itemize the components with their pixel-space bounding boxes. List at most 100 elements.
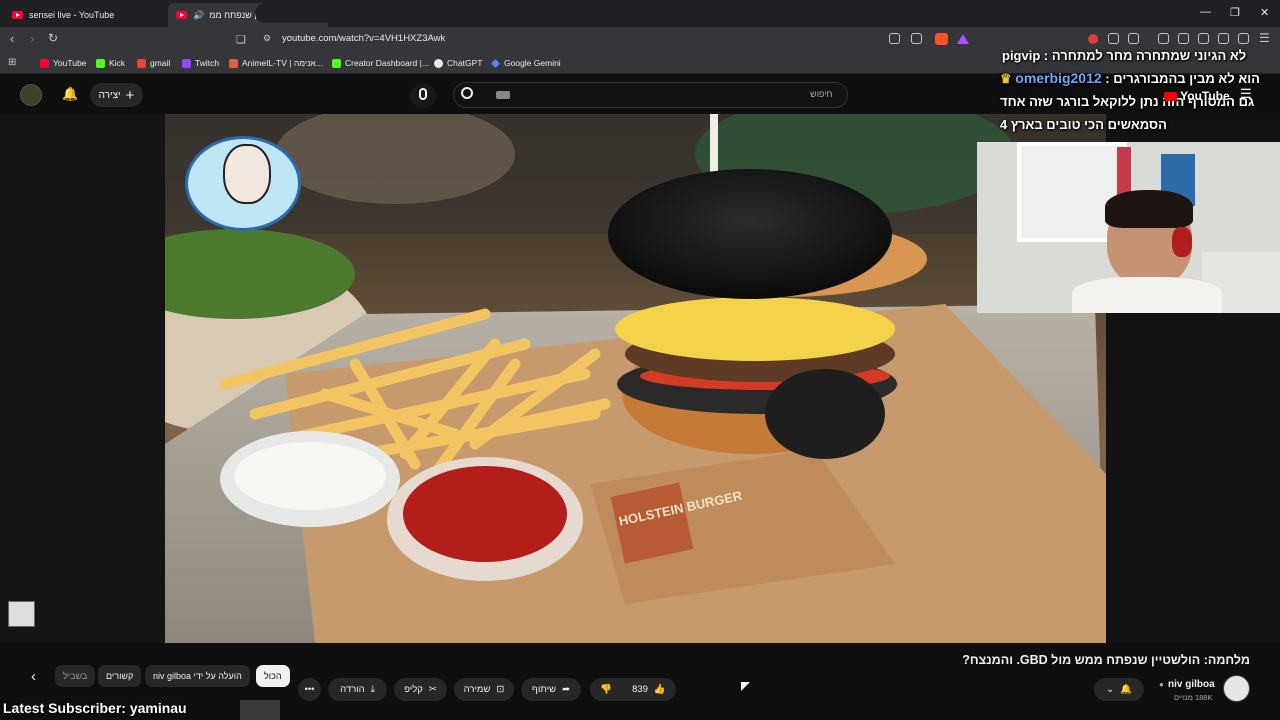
- rewards-icon[interactable]: [957, 34, 969, 44]
- brave-shield-icon[interactable]: [935, 33, 948, 45]
- vpn-icon[interactable]: [1238, 33, 1249, 44]
- sidebar-icon[interactable]: [1178, 33, 1189, 44]
- youtube-favicon-icon: [176, 11, 187, 19]
- scissors-icon: ✂: [428, 684, 437, 695]
- video-player[interactable]: HOLSTEIN BURGER: [165, 114, 1106, 643]
- kick-icon: [96, 58, 105, 68]
- search-icon[interactable]: [461, 87, 473, 99]
- twitch-icon: [182, 58, 191, 68]
- chip-for-you[interactable]: בשביל: [55, 665, 96, 687]
- like-icon[interactable]: 👍: [654, 684, 666, 695]
- youtube-favicon-icon: [12, 11, 23, 19]
- streamer-webcam: [977, 142, 1280, 313]
- reload-icon[interactable]: ↻: [48, 31, 58, 45]
- restore-icon[interactable]: ❐: [1230, 6, 1240, 19]
- subscribed-button[interactable]: ⌄ 🔔: [1094, 678, 1144, 701]
- crown-badge-icon: ♛: [1000, 71, 1012, 86]
- browser-tab-1[interactable]: sensei live - YouTube: [4, 3, 164, 27]
- chat-username: omerbig2012: [1015, 70, 1102, 86]
- bookmark-kick[interactable]: Kick: [96, 58, 125, 68]
- youtube-icon: [40, 58, 49, 68]
- site-info-icon[interactable]: ⚙: [263, 33, 271, 44]
- wallet-icon[interactable]: [1198, 33, 1209, 44]
- apps-grid-icon[interactable]: ⊞: [8, 57, 16, 68]
- keyboard-icon[interactable]: [496, 91, 510, 99]
- minimize-icon[interactable]: —: [1200, 6, 1211, 18]
- channel-name[interactable]: niv gilboa: [1168, 679, 1215, 690]
- save-button[interactable]: שמירה ⊡: [454, 678, 514, 701]
- mini-avatar[interactable]: [8, 601, 35, 627]
- animeil-icon: [229, 58, 238, 68]
- clip-button[interactable]: קליפ ✂: [394, 678, 447, 701]
- bookmark-gemini[interactable]: Google Gemini: [491, 58, 561, 68]
- save-icon: ⊡: [496, 684, 505, 695]
- speaker-icon: 🔊: [193, 9, 205, 20]
- create-button[interactable]: יצירה +: [90, 83, 143, 107]
- download-button[interactable]: הורדה ⤓: [328, 678, 387, 701]
- bookmark-twitch[interactable]: Twitch: [182, 58, 219, 68]
- chevron-down-icon: ⌄: [1106, 684, 1115, 695]
- notifications-icon[interactable]: 🔔: [62, 86, 78, 102]
- forward-icon[interactable]: ›: [30, 31, 34, 46]
- more-actions-button[interactable]: •••: [298, 678, 321, 701]
- install-icon[interactable]: [889, 33, 900, 44]
- like-count[interactable]: 839: [632, 684, 648, 695]
- account-avatar[interactable]: [20, 84, 42, 106]
- share-button[interactable]: שיתוף ➦: [521, 678, 581, 701]
- streamer-shirt: [1072, 277, 1222, 313]
- chat-message: הסמאשים הכי טובים בארץ 4: [1000, 117, 1167, 132]
- kick-icon: [332, 58, 341, 68]
- video-title: מלחמה: הולשטיין שנפתח ממש מול GBD. והמנצ…: [962, 653, 1250, 667]
- bookmark-chatgpt[interactable]: ChatGPT: [434, 58, 482, 68]
- gmail-icon: [137, 58, 146, 68]
- gemini-icon: [491, 58, 500, 68]
- overlay-menu-icon[interactable]: ☰: [1240, 86, 1252, 102]
- close-window-icon[interactable]: ✕: [1260, 6, 1269, 19]
- verified-icon: ●: [1159, 680, 1164, 689]
- leo-icon[interactable]: [1218, 33, 1229, 44]
- youtube-logo-overlay: YouTube: [1164, 89, 1230, 103]
- search-placeholder: חיפוש: [810, 89, 833, 99]
- bookmark-creator-dashboard[interactable]: Creator Dashboard |...: [332, 58, 429, 68]
- chip-uploaded-by[interactable]: הועלה על ידי niv gilboa: [145, 665, 250, 687]
- music-icon[interactable]: [1158, 33, 1169, 44]
- video-frame: HOLSTEIN BURGER: [165, 114, 1106, 643]
- youtube-logo-icon: [1164, 92, 1177, 102]
- channel-avatar[interactable]: [1223, 675, 1250, 702]
- bookmark-icon[interactable]: ❏: [236, 33, 246, 46]
- chatgpt-icon: [434, 58, 443, 68]
- bookmark-gmail[interactable]: gmail: [137, 58, 170, 68]
- chips-scroll-left-icon[interactable]: ‹: [31, 668, 36, 685]
- extension-icon[interactable]: [1108, 33, 1119, 44]
- address-bar[interactable]: [255, 3, 975, 23]
- chip-all[interactable]: הכול: [256, 665, 290, 687]
- back-icon[interactable]: ‹: [10, 31, 14, 46]
- mic-icon: [419, 88, 427, 100]
- menu-icon[interactable]: ☰: [1259, 31, 1270, 45]
- stream-chat-overlay: לא הגיוני שמתחרה מחר למתחרה : pigvip הוא…: [990, 44, 1280, 136]
- dislike-icon[interactable]: 👎: [600, 684, 612, 695]
- chat-message-header: הוא לא מבין בהמבורגרים : omerbig2012 ♛: [1000, 70, 1260, 86]
- caricature-face: [223, 144, 271, 204]
- subscriber-count: 188K מנויים: [1174, 693, 1213, 702]
- tab-title: sensei live - YouTube: [29, 10, 115, 20]
- thumbnail[interactable]: [240, 700, 280, 720]
- download-icon: ⤓: [370, 684, 375, 695]
- record-extension-icon[interactable]: [1088, 34, 1098, 44]
- url-text: youtube.com/watch?v=4VH1HXZ3Awk: [282, 33, 446, 44]
- extension-icon[interactable]: [1128, 33, 1139, 44]
- streamer-hair: [1105, 190, 1193, 228]
- share-icon: ➦: [562, 684, 571, 695]
- bookmark-youtube[interactable]: YouTube: [40, 58, 86, 68]
- headphones: [1172, 227, 1192, 257]
- share-page-icon[interactable]: [911, 33, 922, 44]
- chat-message: לא הגיוני שמתחרה מחר למתחרה : pigvip: [1002, 48, 1247, 63]
- search-input[interactable]: [453, 82, 848, 108]
- bookmark-animeil[interactable]: AnimeIL-TV | אנימה...: [229, 58, 323, 68]
- plus-icon: +: [125, 86, 135, 104]
- like-dislike-group: 👎 839 👍: [590, 678, 676, 701]
- chip-related[interactable]: קשורים: [98, 665, 142, 687]
- latest-subscriber-overlay: Latest Subscriber: yaminau: [3, 700, 187, 716]
- more-icon: •••: [304, 684, 315, 695]
- mouse-cursor-icon: [741, 682, 750, 691]
